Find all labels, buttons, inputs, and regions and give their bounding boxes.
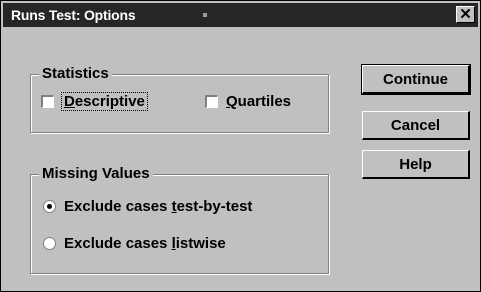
descriptive-label-rest: escriptive	[74, 93, 145, 110]
quartiles-checkbox[interactable]	[205, 95, 218, 108]
descriptive-checkbox[interactable]	[41, 95, 54, 108]
close-icon: ✕	[459, 6, 472, 23]
missing-values-group-title: Missing Values	[39, 165, 153, 182]
quartiles-label-rest: uartiles	[237, 93, 292, 110]
exclude-test-by-test-option[interactable]: Exclude cases test-by-test	[43, 198, 252, 215]
descriptive-checkbox-row[interactable]: Descriptive	[41, 92, 148, 111]
close-button[interactable]: ✕	[456, 6, 475, 23]
descriptive-label: Descriptive	[61, 92, 148, 111]
title-bar[interactable]: Runs Test: Options ✕	[3, 3, 478, 27]
statistics-group: Statistics Descriptive Quartiles	[30, 65, 329, 133]
exclude-test-by-test-label-start: Exclude cases	[64, 198, 172, 215]
cancel-button[interactable]: Cancel	[362, 111, 470, 140]
statistics-group-title: Statistics	[39, 65, 112, 82]
quartiles-label-mnemonic: Q	[226, 93, 238, 110]
missing-values-group: Missing Values Exclude cases test-by-tes…	[30, 165, 329, 274]
exclude-listwise-label: Exclude cases listwise	[64, 235, 226, 252]
exclude-test-by-test-label-end: est-by-test	[176, 198, 253, 215]
exclude-listwise-label-start: Exclude cases	[64, 235, 172, 252]
window-title: Runs Test: Options	[11, 7, 136, 23]
continue-button[interactable]: Continue	[361, 64, 471, 95]
runs-test-options-dialog: Runs Test: Options ✕ Statistics Descript…	[0, 0, 481, 292]
exclude-listwise-label-end: istwise	[175, 235, 226, 252]
exclude-listwise-radio[interactable]	[43, 237, 56, 250]
quartiles-checkbox-row[interactable]: Quartiles	[205, 93, 291, 110]
exclude-test-by-test-label: Exclude cases test-by-test	[64, 198, 252, 215]
exclude-listwise-option[interactable]: Exclude cases listwise	[43, 235, 226, 252]
quartiles-label: Quartiles	[226, 93, 291, 110]
title-bar-dot	[203, 13, 207, 17]
descriptive-label-mnemonic: D	[64, 93, 75, 110]
help-button[interactable]: Help	[362, 150, 470, 179]
exclude-test-by-test-radio[interactable]	[43, 200, 56, 213]
